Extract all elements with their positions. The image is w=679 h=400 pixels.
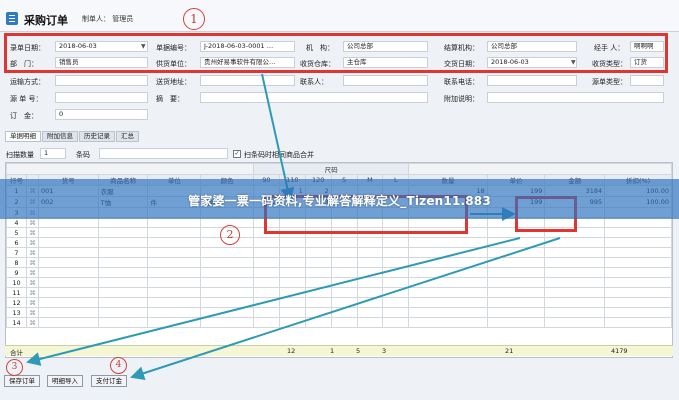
arrow-to-pay [130, 237, 561, 380]
watermark-text: 管家婆一票一码资料,专业解答解释定义_Tizen11.883 [188, 194, 491, 208]
arrow-to-save [26, 237, 521, 366]
annotation-marker-3: 3 [6, 359, 23, 376]
annotation-marker-4: 4 [110, 357, 127, 374]
annotation-marker-2: 2 [220, 225, 240, 245]
annotation-marker-1: 1 [183, 8, 205, 30]
